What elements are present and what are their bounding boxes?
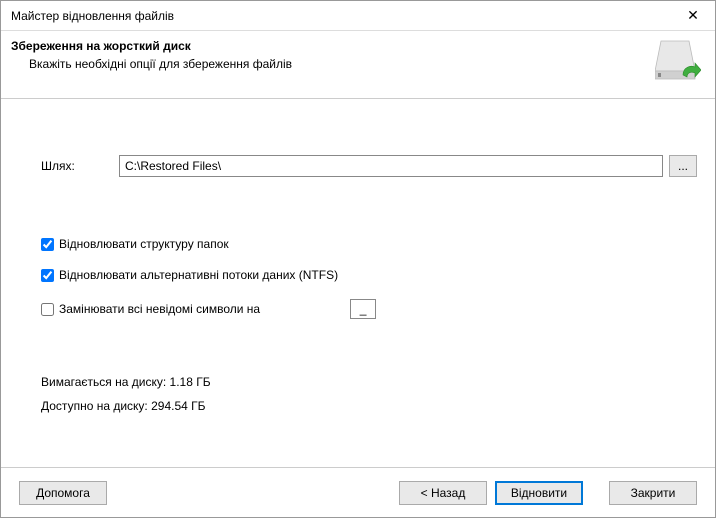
- required-space: Вимагається на диску: 1.18 ГБ: [41, 375, 697, 389]
- close-button[interactable]: Закрити: [609, 481, 697, 505]
- close-icon[interactable]: ✕: [671, 1, 715, 31]
- restore-structure-checkbox[interactable]: [41, 238, 54, 251]
- hdd-restore-icon: [655, 37, 701, 83]
- header-subtitle: Вкажіть необхідні опції для збереження ф…: [11, 57, 699, 71]
- restore-ads-row: Відновлювати альтернативні потоки даних …: [41, 268, 697, 282]
- restore-ads-checkbox[interactable]: [41, 269, 54, 282]
- restore-ads-label: Відновлювати альтернативні потоки даних …: [59, 268, 338, 282]
- disk-stats: Вимагається на диску: 1.18 ГБ Доступно н…: [41, 375, 697, 413]
- replace-unknown-row: Замінювати всі невідомі символи на: [41, 299, 697, 319]
- required-value: 1.18 ГБ: [170, 375, 211, 389]
- replace-unknown-label: Замінювати всі невідомі символи на: [59, 302, 260, 316]
- wizard-footer: Допомога < Назад Відновити Закрити: [1, 467, 715, 517]
- help-button[interactable]: Допомога: [19, 481, 107, 505]
- browse-button[interactable]: ...: [669, 155, 697, 177]
- header-title: Збереження на жорсткий диск: [11, 39, 699, 53]
- replace-char-input[interactable]: [350, 299, 376, 319]
- window-title: Майстер відновлення файлів: [11, 9, 671, 23]
- available-space: Доступно на диску: 294.54 ГБ: [41, 399, 697, 413]
- restore-structure-label: Відновлювати структуру папок: [59, 237, 229, 251]
- path-label: Шлях:: [19, 159, 119, 173]
- available-value: 294.54 ГБ: [151, 399, 205, 413]
- path-input[interactable]: [119, 155, 663, 177]
- path-row: Шлях: ...: [19, 155, 697, 177]
- restore-structure-row: Відновлювати структуру папок: [41, 237, 697, 251]
- titlebar: Майстер відновлення файлів ✕: [1, 1, 715, 31]
- wizard-header: Збереження на жорсткий диск Вкажіть необ…: [1, 31, 715, 99]
- wizard-content: Шлях: ... Відновлювати структуру папок В…: [1, 99, 715, 413]
- available-label: Доступно на диску:: [41, 399, 148, 413]
- required-label: Вимагається на диску:: [41, 375, 166, 389]
- restore-button[interactable]: Відновити: [495, 481, 583, 505]
- back-button[interactable]: < Назад: [399, 481, 487, 505]
- replace-unknown-checkbox[interactable]: [41, 303, 54, 316]
